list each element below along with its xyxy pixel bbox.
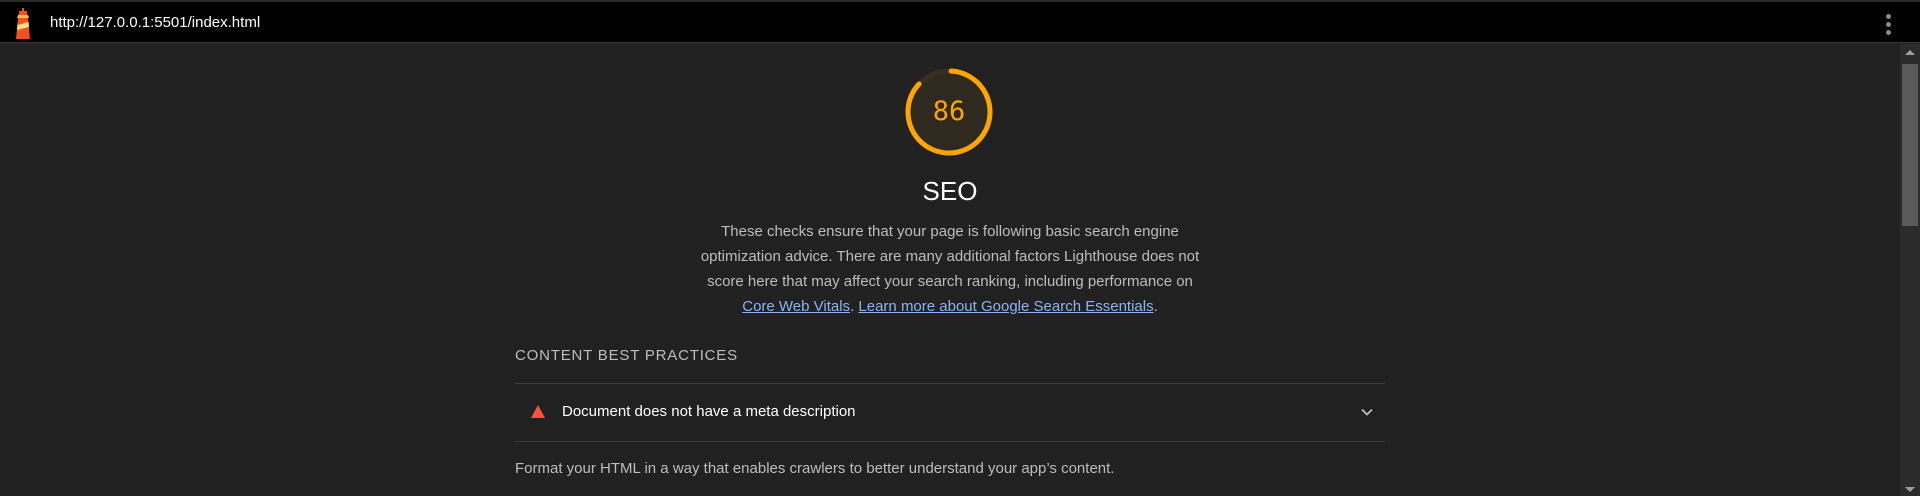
audit-meta-description[interactable]: Document does not have a meta descriptio… <box>515 384 1385 441</box>
divider <box>515 441 1385 442</box>
scroll-down-arrow-icon[interactable] <box>1905 487 1915 492</box>
lighthouse-icon <box>16 8 30 39</box>
vertical-dots-icon[interactable] <box>1883 12 1895 36</box>
score-value: 86 <box>932 96 966 127</box>
chevron-down-icon[interactable] <box>1360 405 1374 419</box>
audit-title: Document does not have a meta descriptio… <box>562 403 856 420</box>
scrollbar-thumb[interactable] <box>1902 64 1918 226</box>
fail-triangle-icon <box>531 405 545 418</box>
category-title: SEO <box>922 176 978 206</box>
audit-description: Format your HTML in a way that enables c… <box>515 460 1115 477</box>
scrollbar[interactable] <box>1900 44 1920 496</box>
report-url: http://127.0.0.1:5501/index.html <box>50 14 261 31</box>
description-end: . <box>1153 298 1158 315</box>
search-essentials-link[interactable]: Learn more about Google Search Essential… <box>858 298 1153 315</box>
core-web-vitals-link[interactable]: Core Web Vitals <box>742 298 850 315</box>
category-description: These checks ensure that your page is fo… <box>690 219 1210 319</box>
description-text: These checks ensure that your page is fo… <box>700 223 1200 290</box>
top-bar: http://127.0.0.1:5501/index.html <box>0 0 1920 43</box>
group-title: CONTENT BEST PRACTICES <box>515 347 738 364</box>
scroll-up-arrow-icon[interactable] <box>1905 50 1915 55</box>
